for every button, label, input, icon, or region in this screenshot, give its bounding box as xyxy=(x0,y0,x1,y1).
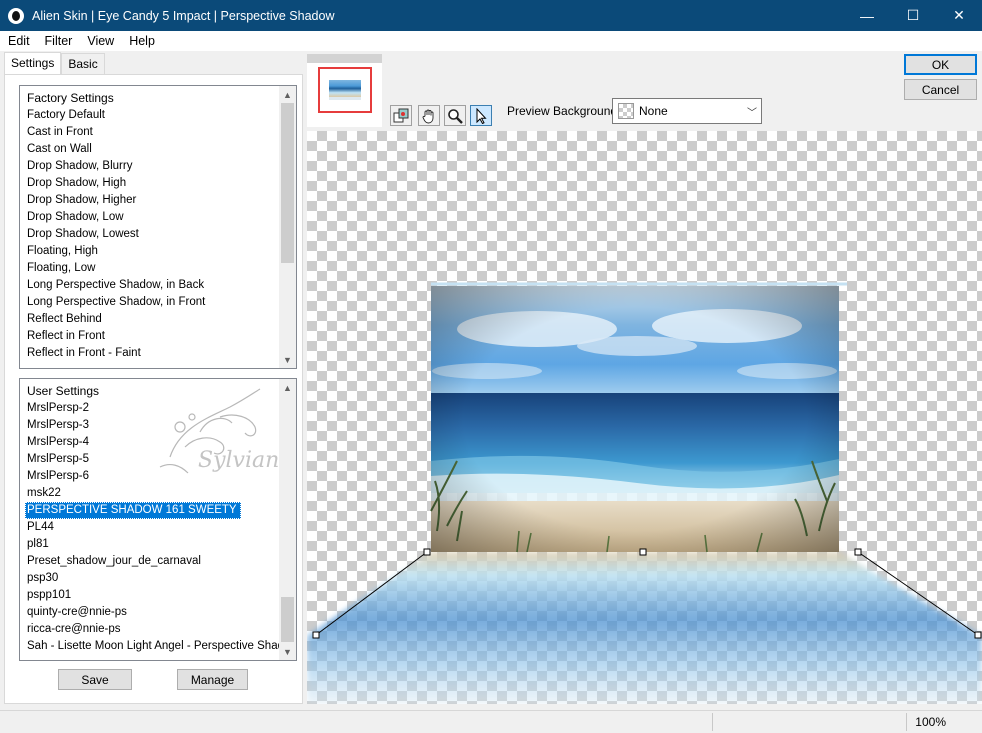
sylviane-watermark: Sylviane xyxy=(159,388,290,474)
list-item[interactable]: PERSPECTIVE SHADOW 161 SWEETY xyxy=(25,502,241,519)
list-item[interactable]: pspp101 xyxy=(20,587,296,604)
window-title: Alien Skin | Eye Candy 5 Impact | Perspe… xyxy=(32,8,335,23)
status-separator xyxy=(906,713,907,731)
factory-scroll-thumb[interactable] xyxy=(281,103,294,263)
cancel-button[interactable]: Cancel xyxy=(904,79,977,100)
close-button[interactable]: ✕ xyxy=(936,0,982,31)
list-item[interactable]: Cast in Front xyxy=(20,124,296,141)
perspective-shadow-reflection xyxy=(307,552,982,704)
list-item[interactable]: Cast on Wall xyxy=(20,141,296,158)
watermark-text: Sylviane xyxy=(198,448,290,473)
status-separator xyxy=(712,713,713,731)
list-item[interactable]: Preset_shadow_jour_de_carnaval xyxy=(20,553,296,570)
handle-top-right[interactable] xyxy=(854,548,862,556)
beach-image xyxy=(430,282,847,553)
list-item[interactable]: Long Perspective Shadow, in Front xyxy=(20,294,296,311)
list-item[interactable]: Reflect in Front xyxy=(20,328,296,345)
zoom-level: 100% xyxy=(915,715,946,729)
toggle-preview-icon[interactable] xyxy=(390,105,412,126)
preview-background-value: None xyxy=(639,104,668,118)
list-item[interactable]: Reflect Behind xyxy=(20,311,296,328)
scroll-up-icon[interactable]: ▲ xyxy=(279,86,296,103)
chevron-down-icon: ﹀ xyxy=(747,107,757,119)
preview-background-label: Preview Background: xyxy=(507,104,621,118)
factory-scrollbar[interactable]: ▲ ▼ xyxy=(279,86,296,368)
maximize-button[interactable]: ☐ xyxy=(890,0,936,31)
user-settings-list[interactable]: User Settings MrslPersp-2 MrslPersp-3 Mrsl… xyxy=(19,378,297,661)
list-item[interactable]: ricca-cre@nnie-ps xyxy=(20,621,296,638)
preview-artwork xyxy=(307,282,982,704)
list-item[interactable]: Floating, High xyxy=(20,243,296,260)
menu-help-label: Help xyxy=(129,34,155,48)
menu-bar: Edit Filter View Help xyxy=(0,31,982,51)
transparency-swatch-icon xyxy=(618,103,634,119)
user-scroll-thumb[interactable] xyxy=(281,597,294,642)
settings-tabs: Settings Basic xyxy=(4,52,105,75)
list-item[interactable]: Sah - Lisette Moon Light Angel - Perspec… xyxy=(20,638,296,655)
user-scrollbar[interactable]: ▲ ▼ xyxy=(279,379,296,660)
list-item[interactable]: Drop Shadow, Higher xyxy=(20,192,296,209)
scroll-down-icon[interactable]: ▼ xyxy=(279,643,296,660)
list-item[interactable]: quinty-cre@nnie-ps xyxy=(20,604,296,621)
zoom-icon[interactable] xyxy=(444,105,466,126)
settings-panel: Factory Settings Factory Default Cast in … xyxy=(4,74,303,704)
scroll-down-icon[interactable]: ▼ xyxy=(279,351,296,368)
handle-bottom-left[interactable] xyxy=(312,631,320,639)
list-item[interactable]: Floating, Low xyxy=(20,260,296,277)
menu-filter[interactable]: Filter xyxy=(37,34,80,48)
manage-button[interactable]: Manage xyxy=(177,669,248,690)
window-controls: — ☐ ✕ xyxy=(844,0,982,31)
navigator-image xyxy=(329,80,361,100)
arrow-pointer-icon[interactable] xyxy=(470,105,492,126)
scroll-up-icon[interactable]: ▲ xyxy=(279,379,296,396)
menu-filter-label: Filter xyxy=(44,34,73,48)
list-item[interactable]: Reflect in Front - Faint xyxy=(20,345,296,362)
list-item[interactable]: PL44 xyxy=(20,519,296,536)
list-item[interactable]: psp30 xyxy=(20,570,296,587)
status-bar: 100% xyxy=(0,710,982,733)
list-item[interactable]: Drop Shadow, Low xyxy=(20,209,296,226)
navigator-thumbnail[interactable] xyxy=(307,54,382,127)
menu-help[interactable]: Help xyxy=(121,34,162,48)
preview-canvas[interactable] xyxy=(307,131,982,704)
handle-top-left[interactable] xyxy=(423,548,431,556)
hand-icon[interactable] xyxy=(418,105,440,126)
list-item[interactable]: Factory Default xyxy=(20,107,296,124)
minimize-button[interactable]: — xyxy=(844,0,890,31)
handle-top-center[interactable] xyxy=(639,548,647,556)
list-item[interactable]: pl81 xyxy=(20,536,296,553)
list-item[interactable]: Drop Shadow, Blurry xyxy=(20,158,296,175)
preview-background-select[interactable]: None ﹀ xyxy=(612,98,762,124)
list-item[interactable]: Drop Shadow, High xyxy=(20,175,296,192)
factory-settings-list[interactable]: Factory Settings Factory Default Cast in … xyxy=(19,85,297,369)
factory-settings-rows: Factory Default Cast in Front Cast on Wall… xyxy=(20,107,296,362)
list-item[interactable]: Long Perspective Shadow, in Back xyxy=(20,277,296,294)
tab-basic[interactable]: Basic xyxy=(61,53,105,74)
navigator-viewport-frame[interactable] xyxy=(318,67,372,113)
title-bar: Alien Skin | Eye Candy 5 Impact | Perspe… xyxy=(0,0,982,31)
save-button[interactable]: Save xyxy=(58,669,132,690)
menu-view[interactable]: View xyxy=(79,34,121,48)
menu-view-label: View xyxy=(87,34,115,48)
menu-edit-label: Edit xyxy=(8,34,30,48)
factory-settings-header: Factory Settings xyxy=(27,91,114,105)
alien-skin-app-icon xyxy=(8,7,24,24)
handle-bottom-right[interactable] xyxy=(974,631,982,639)
list-item[interactable]: Drop Shadow, Lowest xyxy=(20,226,296,243)
tab-settings[interactable]: Settings xyxy=(4,52,62,75)
menu-edit[interactable]: Edit xyxy=(0,34,37,48)
ok-button[interactable]: OK xyxy=(904,54,977,75)
